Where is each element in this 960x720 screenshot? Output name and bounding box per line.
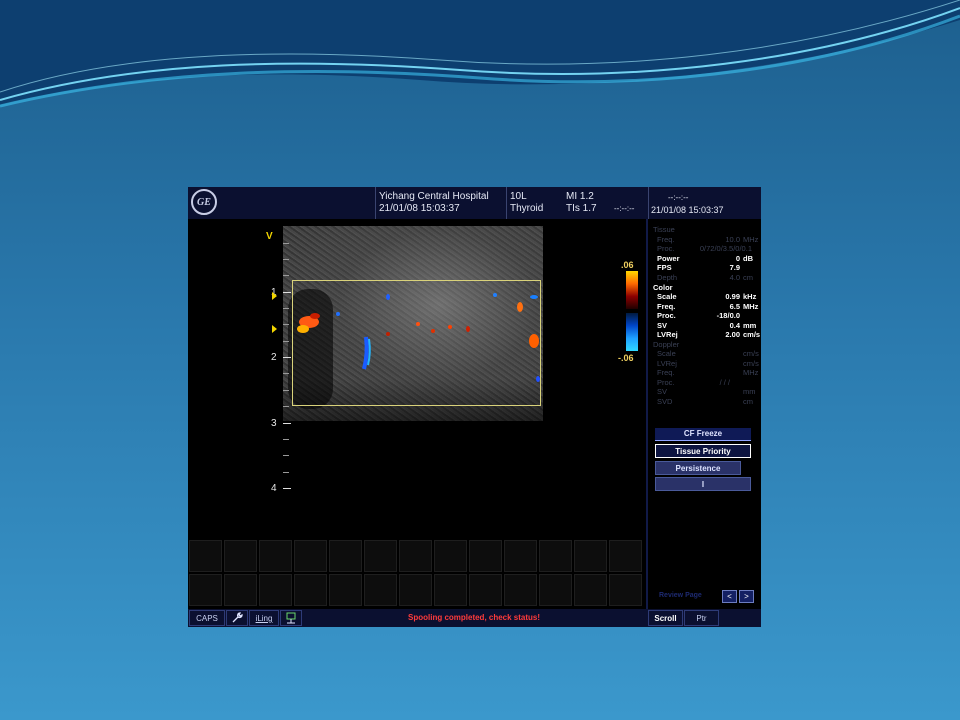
depth-tick <box>283 488 291 489</box>
color-scale-positive <box>626 271 638 309</box>
color-scale-max: .06 <box>621 260 634 270</box>
thumbnail-slot[interactable] <box>574 574 607 606</box>
depth-tick <box>283 292 291 293</box>
header-divider <box>648 187 649 219</box>
thumbnail-slot[interactable] <box>469 540 502 572</box>
thumbnail-slot[interactable] <box>224 574 257 606</box>
right-datetime: 21/01/08 15:03:37 <box>651 205 724 215</box>
status-message: Spooling completed, check status! <box>408 613 541 622</box>
thumbnail-slot[interactable] <box>189 540 222 572</box>
background-swoosh <box>0 0 960 108</box>
depth-tick <box>283 455 289 456</box>
thumbnail-slot[interactable] <box>399 574 432 606</box>
orientation-marker: V <box>266 231 273 242</box>
thumbnail-slot[interactable] <box>469 574 502 606</box>
depth-tick <box>283 373 289 374</box>
tissue-priority-button[interactable]: Tissue Priority <box>655 444 751 458</box>
scroll-button[interactable]: Scroll <box>648 610 683 626</box>
thumbnail-slot[interactable] <box>504 540 537 572</box>
ptr-button[interactable]: Ptr <box>684 610 719 626</box>
color-roi-box[interactable] <box>292 280 541 406</box>
depth-tick <box>283 259 289 260</box>
thumbnail-slot[interactable] <box>504 574 537 606</box>
wrench-icon[interactable] <box>226 610 248 626</box>
thumbnail-slot[interactable] <box>294 574 327 606</box>
ultrasound-screen: GE Yichang Central Hospital 21/01/08 15:… <box>188 187 761 627</box>
thumbnail-slot[interactable] <box>434 574 467 606</box>
depth-tick <box>283 423 291 424</box>
header-divider <box>375 187 376 219</box>
depth-tick <box>283 243 289 244</box>
status-bar: CAPS iLing Spooling completed, check sta… <box>188 609 761 627</box>
mechanical-index: MI 1.2 <box>566 191 594 202</box>
depth-label-2: 2 <box>271 352 277 363</box>
depth-tick <box>283 324 289 325</box>
review-page-label: Review Page <box>659 592 702 599</box>
depth-tick <box>283 406 289 407</box>
ge-logo: GE <box>191 189 217 215</box>
menu-title: CF Freeze <box>655 428 751 441</box>
depth-label-3: 3 <box>271 418 277 429</box>
thumbnail-slot[interactable] <box>294 540 327 572</box>
header-bar: GE Yichang Central Hospital 21/01/08 15:… <box>188 187 761 219</box>
preset-name: Thyroid <box>510 203 544 214</box>
iling-button[interactable]: iLing <box>249 610 279 626</box>
color-scale-min: -.06 <box>618 353 634 363</box>
depth-tick <box>283 341 289 342</box>
thumbnail-grid <box>188 539 647 609</box>
header-divider <box>506 187 507 219</box>
thumbnail-slot[interactable] <box>224 540 257 572</box>
depth-scale: 1 2 3 4 <box>268 219 298 539</box>
thumbnail-slot[interactable] <box>364 574 397 606</box>
hospital-name: Yichang Central Hospital <box>379 191 489 202</box>
depth-tick <box>283 472 289 473</box>
thumbnail-slot[interactable] <box>189 574 222 606</box>
focus-marker-icon[interactable] <box>272 292 277 300</box>
image-area[interactable]: 1 2 3 4 V .06 -.06 <box>188 219 648 539</box>
thumbnail-slot[interactable] <box>609 540 642 572</box>
prev-page-button[interactable]: < <box>722 590 737 603</box>
thumbnail-slot[interactable] <box>574 540 607 572</box>
color-scale-negative <box>626 313 638 351</box>
thumbnail-slot[interactable] <box>399 540 432 572</box>
thumbnail-slot[interactable] <box>329 574 362 606</box>
network-icon[interactable] <box>280 610 302 626</box>
focus-marker-icon[interactable] <box>272 325 277 333</box>
thumbnail-slot[interactable] <box>259 540 292 572</box>
depth-label-4: 4 <box>271 483 277 494</box>
depth-tick <box>283 275 289 276</box>
thumbnail-slot[interactable] <box>539 540 572 572</box>
thumbnail-slot[interactable] <box>364 540 397 572</box>
depth-tick <box>283 357 291 358</box>
menu-slider-button[interactable]: I <box>655 477 751 491</box>
exam-datetime: 21/01/08 15:03:37 <box>379 203 460 214</box>
thumbnail-slot[interactable] <box>609 574 642 606</box>
next-page-button[interactable]: > <box>739 590 754 603</box>
thermal-index: TIs 1.7 <box>566 203 597 214</box>
probe-name: 10L <box>510 191 527 202</box>
depth-tick <box>283 308 289 309</box>
right-timer: --:--:-- <box>668 193 689 202</box>
thumbnail-slot[interactable] <box>539 574 572 606</box>
thumbnail-slot[interactable] <box>434 540 467 572</box>
timer-readout: --:--:-- <box>614 204 635 213</box>
thumbnail-slot[interactable] <box>259 574 292 606</box>
depth-tick <box>283 439 289 440</box>
persistence-button[interactable]: Persistence <box>655 461 741 475</box>
depth-tick <box>283 390 289 391</box>
color-scale-bar <box>626 271 638 351</box>
caps-indicator: CAPS <box>189 610 225 626</box>
parameter-panel: Tissue Freq. 10.0 MHz Proc. 0/72/0/3.5/0/0.… <box>653 225 761 406</box>
thumbnail-slot[interactable] <box>329 540 362 572</box>
